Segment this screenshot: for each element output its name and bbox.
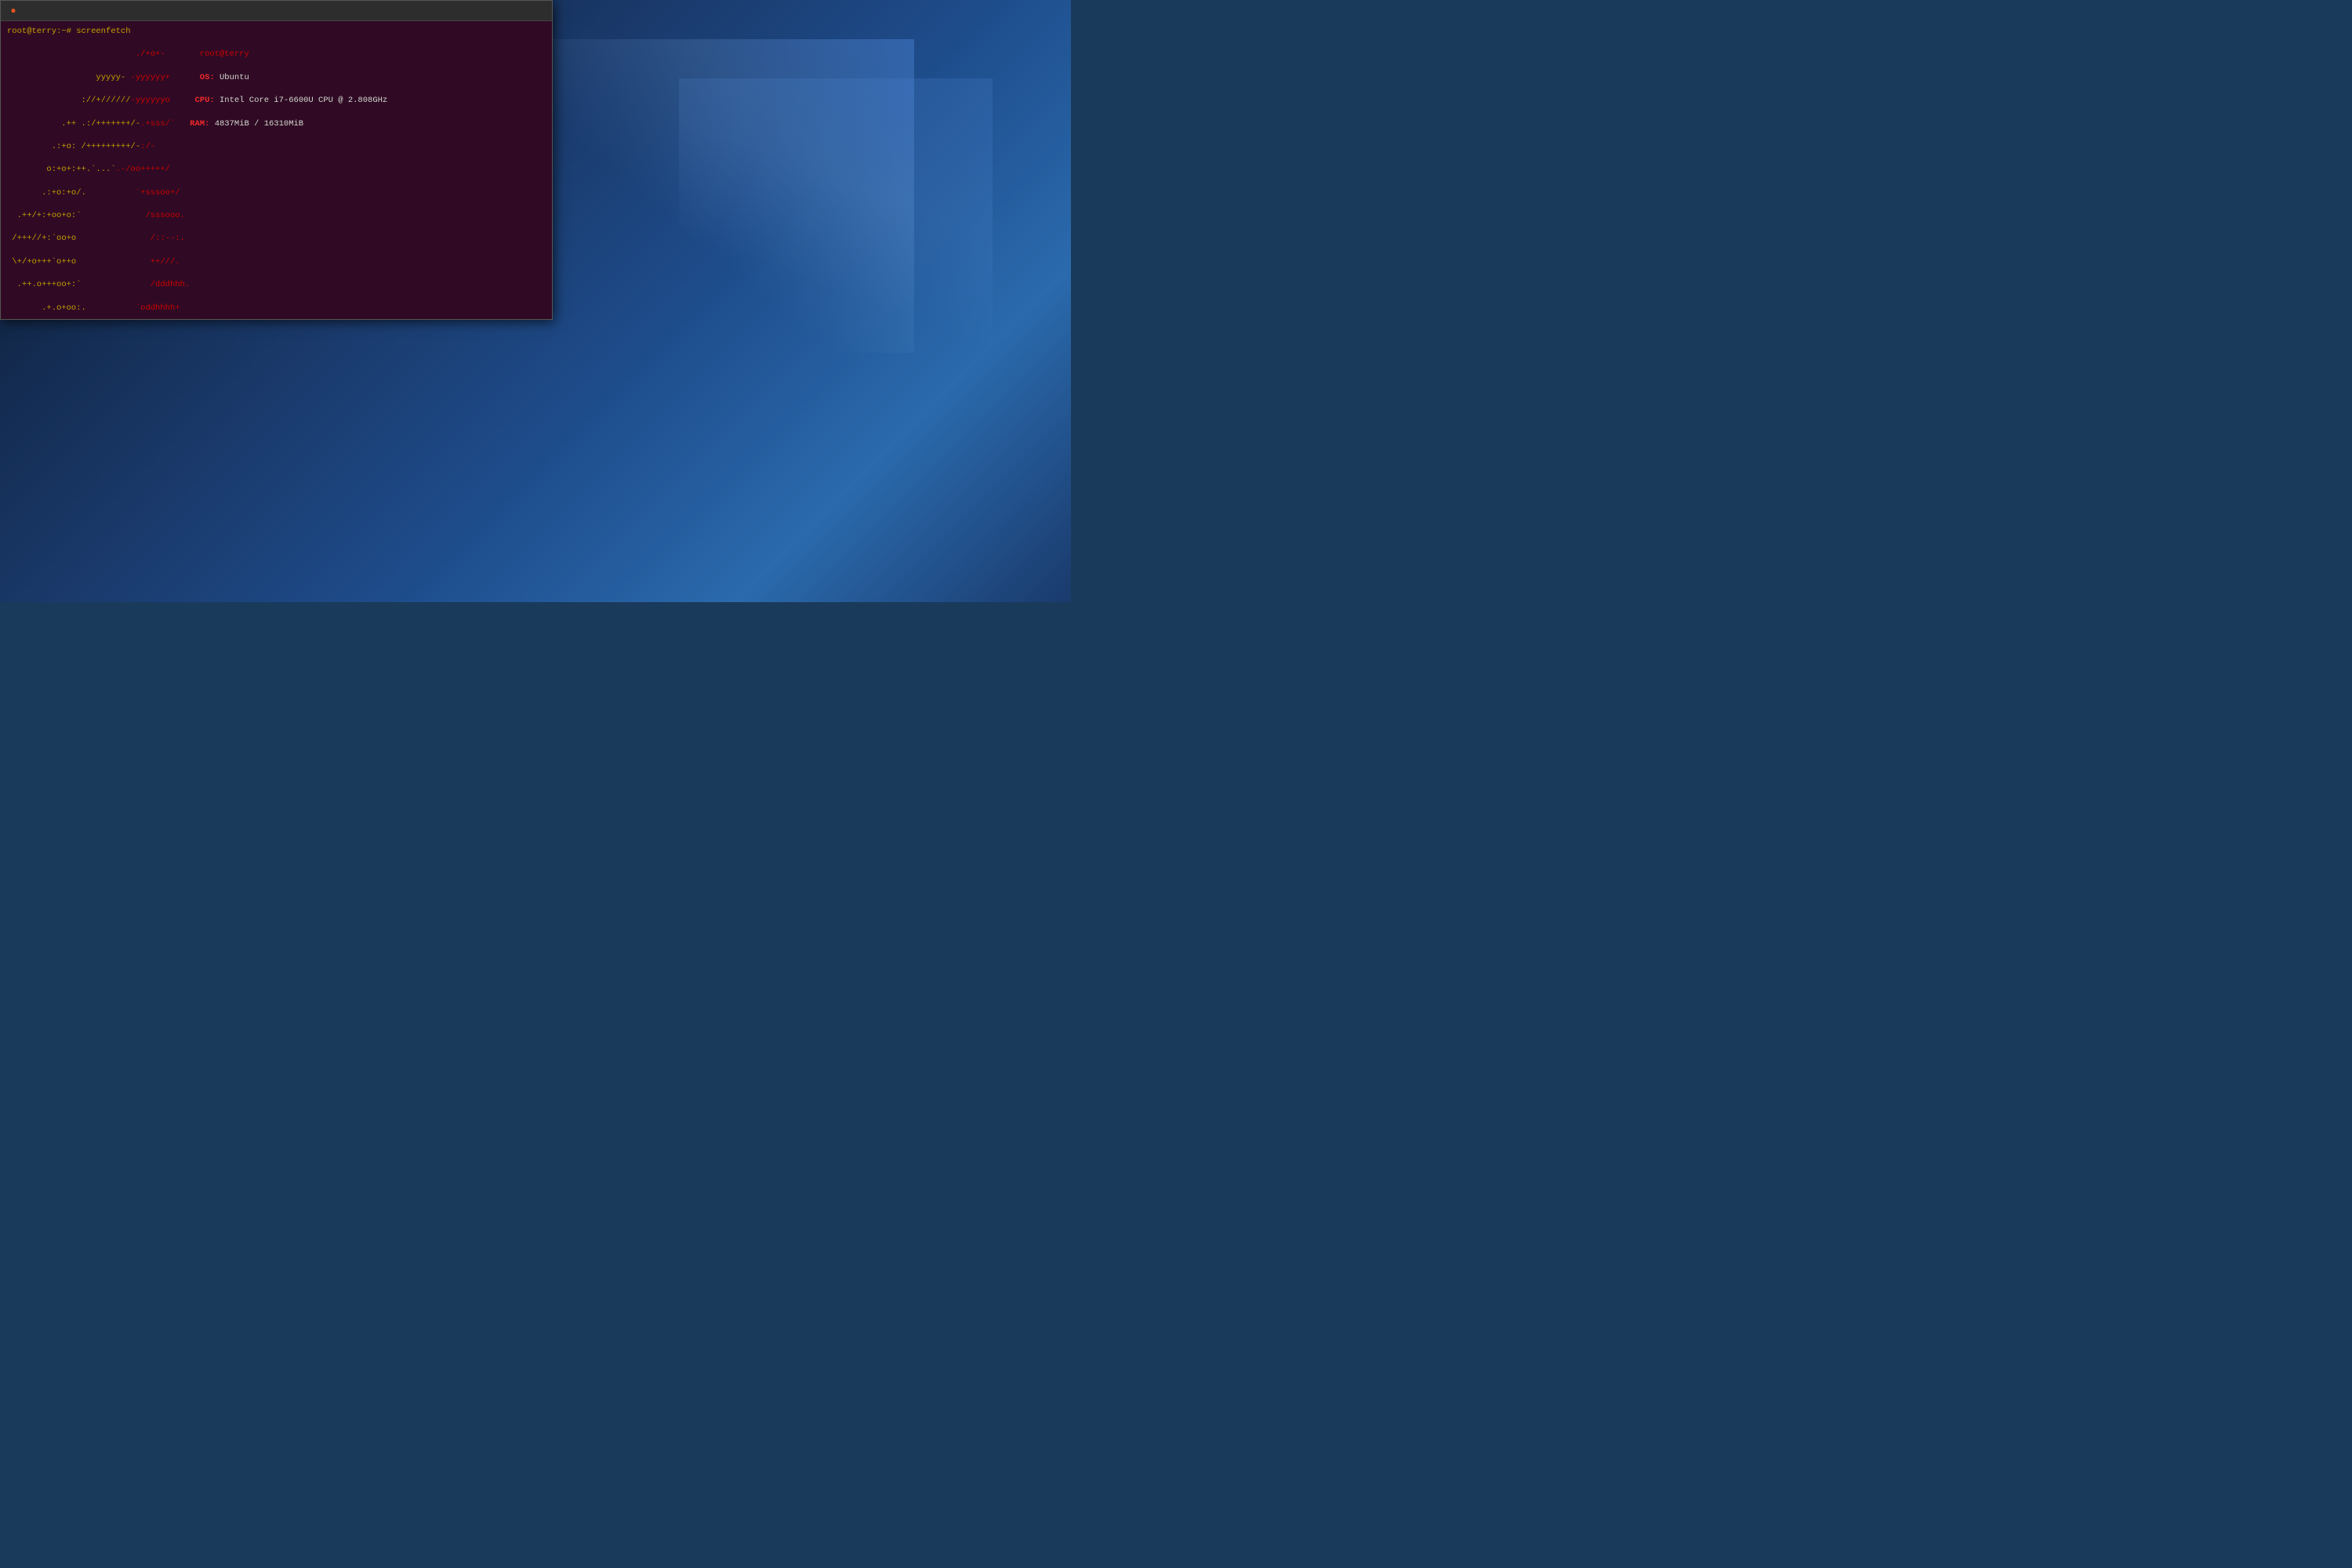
terminal-ubuntu: ● root@terry:~# screenfetch ./+o+- root@… — [0, 0, 553, 320]
terminal-ubuntu-titlebar: ● — [1, 1, 552, 21]
minimize-button-ubuntu[interactable] — [497, 4, 511, 18]
ubuntu-icon: ● — [7, 5, 20, 17]
close-button-ubuntu[interactable] — [532, 4, 546, 18]
maximize-button-ubuntu[interactable] — [514, 4, 528, 18]
terminal-ubuntu-body: root@terry:~# screenfetch ./+o+- root@te… — [1, 21, 552, 319]
desktop: ● root@terry:~# screenfetch ./+o+- root@… — [0, 0, 1071, 602]
